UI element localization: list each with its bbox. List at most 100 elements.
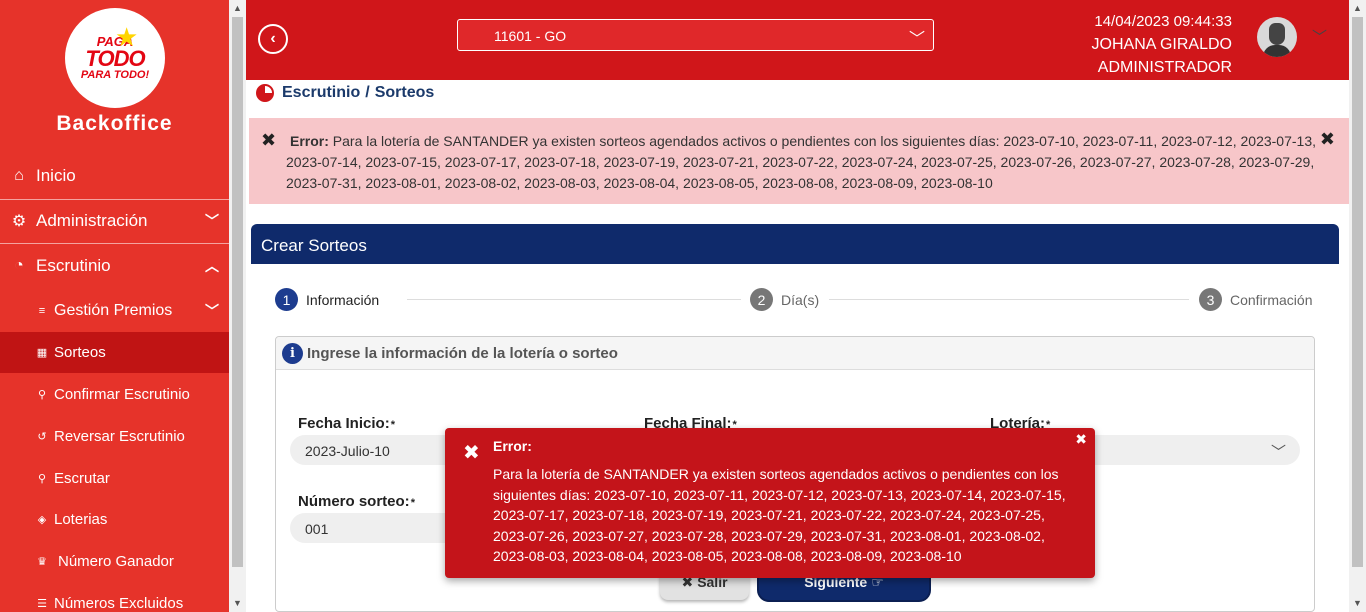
breadcrumb-separator: /	[365, 84, 370, 101]
sidebar-item-escrutar[interactable]: ⚲ Escrutar	[0, 468, 229, 488]
info-icon: i	[282, 342, 303, 364]
sidebar-item-label: Números Excluidos	[54, 594, 184, 612]
breadcrumb-page: Sorteos	[374, 84, 435, 101]
avatar-face	[1269, 23, 1285, 45]
sidebar-item-label: Número Ganador	[58, 552, 174, 570]
info-panel-header: i Ingrese la información de la lotería o…	[276, 337, 1314, 370]
close-toast-button[interactable]: ✖	[1075, 431, 1087, 448]
sliders-icon: ≡	[38, 305, 46, 317]
chevron-down-icon: ﹀	[908, 31, 925, 48]
user-role: ADMINISTRADOR	[1097, 59, 1232, 76]
sidebar-item-escrutinio[interactable]: ◔ Escrutinio ︿	[0, 255, 229, 277]
list-icon: ☰	[37, 597, 47, 610]
fecha-inicio-value: 2023-Julio-10	[305, 443, 390, 459]
sidebar-item-reversar-escrutinio[interactable]: ↺ Reversar Escrutinio	[0, 426, 229, 446]
scroll-up-arrow-icon[interactable]: ▲	[1349, 3, 1366, 13]
sidebar: ★ PAGA TODO PARA TODO! Backoffice ⌂ Inic…	[0, 0, 229, 612]
user-name: JOHANA GIRALDO	[1091, 36, 1232, 53]
error-banner-text: Error: Para la lotería de SANTANDER ya e…	[286, 131, 1331, 194]
undo-icon: ↺	[37, 430, 47, 443]
chevron-left-icon: ‹	[270, 30, 276, 47]
step-label: Día(s)	[781, 291, 820, 308]
close-banner-button[interactable]: ✖	[1320, 129, 1335, 150]
numero-sorteo-label-text: Número sorteo:	[298, 493, 410, 510]
pie-chart-icon: ◔	[14, 257, 24, 274]
brand-logo[interactable]: ★ PAGA TODO PARA TODO!	[65, 8, 165, 108]
error-icon: ✖	[261, 130, 277, 150]
breadcrumb-section[interactable]: Escrutinio	[282, 84, 360, 102]
sidebar-item-label: Reversar Escrutinio	[54, 427, 185, 445]
error-icon: ✖	[463, 442, 480, 464]
step-confirmacion[interactable]: 3 Confirmación	[1199, 288, 1312, 311]
sidebar-item-label: Confirmar Escrutinio	[54, 385, 190, 403]
sidebar-item-label: Escrutinio	[36, 256, 111, 275]
sidebar-item-administracion[interactable]: ⚙ Administración ﹀	[0, 210, 229, 232]
search-icon: ⚲	[37, 472, 47, 485]
avatar[interactable]	[1257, 17, 1297, 57]
step-dias[interactable]: 2 Día(s)	[750, 288, 819, 311]
step-number: 1	[275, 288, 298, 311]
required-mark: *	[410, 497, 415, 509]
sidebar-item-sorteos[interactable]: ▦ Sorteos	[0, 332, 229, 373]
step-number: 3	[1199, 288, 1222, 311]
select-value: 11601 - GO	[494, 28, 567, 44]
fecha-inicio-label: Fecha Inicio:*	[298, 415, 395, 432]
sidebar-item-label: Sorteos	[54, 344, 106, 361]
back-button[interactable]: ‹	[258, 24, 288, 54]
chevron-down-icon: ﹀	[1270, 444, 1286, 461]
sidebar-item-label: Escrutar	[54, 469, 110, 487]
numero-sorteo-value: 001	[305, 521, 329, 537]
required-mark: *	[390, 419, 395, 431]
sidebar-item-numeros-excluidos[interactable]: ☰ Números Excluidos	[0, 593, 229, 612]
scrollbar-thumb[interactable]	[1352, 17, 1363, 567]
app-root: ★ PAGA TODO PARA TODO! Backoffice ⌂ Inic…	[0, 0, 1366, 612]
search-icon: ⚲	[37, 388, 47, 401]
breadcrumb: Escrutinio / Sorteos	[256, 84, 434, 102]
brand-name: Backoffice	[56, 112, 173, 135]
datetime: 14/04/2023 09:44:33	[1094, 13, 1232, 30]
sidebar-item-label: Loterias	[54, 510, 108, 528]
sidebar-item-label: Administración	[36, 211, 148, 230]
scroll-down-arrow-icon[interactable]: ▼	[229, 598, 246, 608]
point-of-sale-select[interactable]: 11601 - GO ﹀	[457, 19, 934, 51]
sidebar-item-confirmar-escrutinio[interactable]: ⚲ Confirmar Escrutinio	[0, 384, 229, 404]
ticket-icon: ◈	[37, 513, 47, 526]
home-icon: ⌂	[14, 167, 24, 184]
step-number: 2	[750, 288, 773, 311]
sidebar-item-inicio[interactable]: ⌂ Inicio	[0, 165, 229, 187]
logo-line-3: PARA TODO!	[80, 69, 150, 81]
user-info: 14/04/2023 09:44:33 JOHANA GIRALDO ADMIN…	[1092, 10, 1232, 79]
scroll-down-arrow-icon[interactable]: ▼	[1349, 598, 1366, 608]
toast-message: Para la lotería de SANTANDER ya existen …	[493, 466, 1066, 565]
step-connector	[829, 299, 1189, 300]
step-connector	[407, 299, 741, 300]
calendar-icon: ▦	[36, 347, 48, 359]
page-scrollbar[interactable]: ▲ ▼	[1349, 0, 1366, 612]
gear-icon: ⚙	[11, 213, 27, 230]
sidebar-item-gestion-premios[interactable]: ≡ Gestión Premios ﹀	[0, 300, 229, 322]
sidebar-scrollbar[interactable]: ▲ ▼	[229, 0, 246, 612]
error-banner: ✖ Error: Para la lotería de SANTANDER ya…	[249, 118, 1349, 204]
pie-chart-icon	[256, 84, 274, 102]
star-icon: ★	[115, 22, 139, 52]
user-menu-chevron-icon[interactable]: ﹀	[1312, 26, 1327, 47]
step-label: Información	[306, 291, 380, 308]
chevron-down-icon: ﹀	[205, 213, 219, 229]
error-banner-label: Error:	[290, 133, 329, 149]
error-toast: ✖ ✖ Error: Para la lotería de SANTANDER …	[445, 428, 1095, 578]
error-banner-message: Para la lotería de SANTANDER ya existen …	[286, 133, 1316, 191]
sidebar-divider	[0, 199, 229, 200]
numero-sorteo-label: Número sorteo:*	[298, 493, 415, 510]
sidebar-item-numero-ganador[interactable]: ♛ Número Ganador	[0, 551, 229, 571]
scrollbar-thumb[interactable]	[232, 17, 243, 567]
info-panel-title: Ingrese la información de la lotería o s…	[307, 344, 618, 362]
fecha-inicio-label-text: Fecha Inicio:	[298, 415, 390, 432]
scroll-up-arrow-icon[interactable]: ▲	[229, 3, 246, 13]
card-title: Crear Sorteos	[251, 224, 1339, 264]
toast-title: Error:	[493, 438, 532, 454]
step-informacion[interactable]: 1 Información	[275, 288, 379, 311]
avatar-body	[1263, 45, 1291, 57]
sidebar-item-loterias[interactable]: ◈ Loterias	[0, 509, 229, 529]
chevron-down-icon: ﹀	[205, 303, 219, 319]
sidebar-divider	[0, 243, 229, 244]
